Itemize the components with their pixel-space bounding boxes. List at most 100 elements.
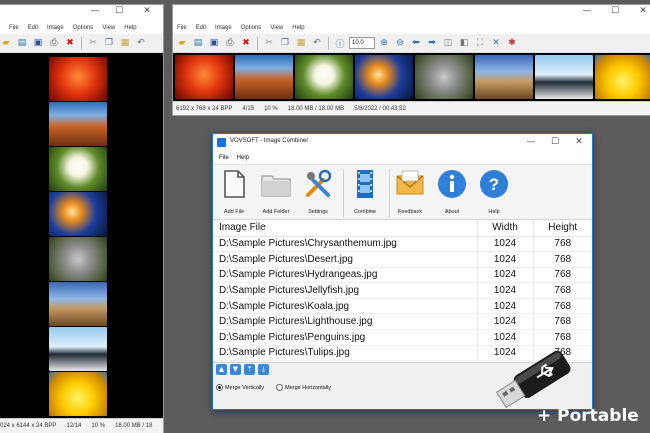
combine-button[interactable]: Combine: [344, 168, 386, 215]
maximize-icon[interactable]: ☐: [545, 137, 565, 147]
maximize-icon[interactable]: ☐: [109, 6, 129, 16]
cell-height: 768: [532, 329, 592, 346]
plugin-icon[interactable]: ✱: [505, 36, 519, 50]
next-icon[interactable]: ➡: [425, 36, 439, 50]
thumbnail-koala: [415, 55, 473, 99]
cell-height: 768: [532, 298, 592, 315]
left-viewer-toolbar: ▰ ▤ ▣ ⎙ ✖ ✂ ❐ ▦ ↶: [0, 34, 163, 53]
merge-horizontally-radio[interactable]: Merge Horizontally: [276, 384, 331, 391]
table-row[interactable]: D:\Sample Pictures\Koala.jpg 1024 768: [213, 298, 592, 315]
thumbnail-tulips: [49, 372, 107, 416]
fullscreen-icon[interactable]: ⛶: [473, 36, 487, 50]
table-row[interactable]: D:\Sample Pictures\Hydrangeas.jpg 1024 768: [213, 267, 592, 284]
copy-icon[interactable]: ❐: [278, 36, 292, 50]
add-file-button[interactable]: Add File: [213, 168, 255, 215]
cut-icon[interactable]: ✂: [262, 36, 276, 50]
fit-icon[interactable]: ◫: [441, 36, 455, 50]
save-icon[interactable]: ▣: [31, 36, 45, 50]
thumbnail-koala: [49, 237, 107, 281]
menu-edit[interactable]: Edit: [28, 25, 38, 31]
table-row[interactable]: D:\Sample Pictures\Penguins.jpg 1024 768: [213, 329, 592, 346]
paste-icon[interactable]: ▦: [118, 36, 132, 50]
menu-options[interactable]: Options: [73, 25, 94, 31]
zoom-in-icon[interactable]: ⊕: [377, 36, 391, 50]
cell-file: D:\Sample Pictures\Chrysanthemum.jpg: [213, 236, 477, 253]
zoom-select[interactable]: 10.0: [349, 37, 375, 49]
menu-image[interactable]: Image: [215, 25, 232, 31]
status-dimensions: 6192 x 768 x 24 BPP: [176, 105, 233, 112]
cell-width: 1024: [476, 313, 533, 331]
minimize-icon[interactable]: —: [577, 6, 597, 16]
toolbar-separator: [328, 36, 329, 50]
menu-file[interactable]: File: [9, 25, 19, 31]
status-date: 5/8/2022 / 00:43:52: [354, 105, 406, 112]
merge-vertically-radio[interactable]: Merge Vertically: [216, 384, 264, 391]
minimize-icon[interactable]: —: [85, 6, 105, 16]
film-strip-icon: [349, 168, 381, 200]
status-memory: 18.00 MB / 18.00 MB: [287, 105, 345, 112]
tools-icon[interactable]: ✕: [489, 36, 503, 50]
previous-icon[interactable]: ⬅: [409, 36, 423, 50]
menu-file[interactable]: File: [219, 155, 229, 161]
cell-height: 768: [532, 282, 592, 299]
maximize-icon[interactable]: ☐: [605, 6, 625, 16]
settings-button[interactable]: Settings: [297, 168, 339, 215]
zoom-out-icon[interactable]: ⊖: [393, 36, 407, 50]
left-image-canvas: [0, 53, 163, 421]
thumbnail-hydrangeas: [295, 55, 353, 99]
menu-view[interactable]: View: [102, 25, 115, 31]
menu-image[interactable]: Image: [47, 25, 64, 31]
print-icon[interactable]: ⎙: [223, 36, 237, 50]
column-image-file[interactable]: Image File: [213, 220, 477, 237]
gallery-icon[interactable]: ▤: [191, 36, 205, 50]
right-viewer-statusbar: 6192 x 768 x 24 BPP 4/15 10 % 18.00 MB /…: [173, 101, 650, 115]
merge-vertically-label: Merge Vertically: [225, 384, 265, 391]
help-button[interactable]: ? Help: [473, 168, 515, 215]
menu-help[interactable]: Help: [292, 25, 304, 31]
add-folder-button[interactable]: Add Folder: [255, 168, 297, 215]
move-up-icon[interactable]: ▲: [216, 364, 227, 375]
copy-icon[interactable]: ❐: [102, 36, 116, 50]
paste-icon[interactable]: ▦: [294, 36, 308, 50]
menu-edit[interactable]: Edit: [196, 25, 206, 31]
undo-icon[interactable]: ↶: [134, 36, 148, 50]
cell-width: 1024: [476, 329, 533, 346]
info-icon: [436, 168, 468, 200]
feedback-button[interactable]: Feedback: [389, 168, 431, 215]
about-button[interactable]: About: [431, 168, 473, 215]
menu-view[interactable]: View: [270, 25, 283, 31]
actual-size-icon[interactable]: ◧: [457, 36, 471, 50]
move-bottom-icon[interactable]: ⤓: [258, 364, 269, 375]
table-row[interactable]: D:\Sample Pictures\Lighthouse.jpg 1024 768: [213, 313, 592, 331]
menu-help[interactable]: Help: [124, 25, 136, 31]
move-top-icon[interactable]: ⤒: [244, 364, 255, 375]
column-height[interactable]: Height: [532, 220, 592, 237]
left-viewer-menubar: File Edit Image Options View Help: [0, 21, 163, 34]
close-icon[interactable]: ✕: [633, 6, 650, 16]
delete-icon[interactable]: ✖: [63, 36, 77, 50]
move-down-icon[interactable]: ▼: [230, 364, 241, 375]
undo-icon[interactable]: ↶: [310, 36, 324, 50]
usb-drive-icon: [490, 350, 580, 410]
column-width[interactable]: Width: [476, 220, 533, 237]
info-icon[interactable]: ⓘ: [333, 36, 347, 50]
thumbnail-jellyfish: [355, 55, 413, 99]
minimize-icon[interactable]: —: [521, 137, 541, 147]
table-row[interactable]: D:\Sample Pictures\Chrysanthemum.jpg 1024…: [213, 236, 592, 253]
gallery-icon[interactable]: ▤: [15, 36, 29, 50]
save-icon[interactable]: ▣: [207, 36, 221, 50]
cut-icon[interactable]: ✂: [86, 36, 100, 50]
delete-icon[interactable]: ✖: [239, 36, 253, 50]
close-icon[interactable]: ✕: [137, 6, 157, 16]
menu-file[interactable]: File: [177, 25, 187, 31]
close-icon[interactable]: ✕: [569, 137, 589, 147]
menu-options[interactable]: Options: [241, 25, 262, 31]
table-row[interactable]: D:\Sample Pictures\Desert.jpg 1024 768: [213, 251, 592, 268]
file-list: Image File Width Height D:\Sample Pictur…: [213, 220, 592, 362]
open-folder-icon[interactable]: ▰: [175, 36, 189, 50]
menu-help[interactable]: Help: [237, 155, 249, 161]
open-folder-icon[interactable]: ▰: [0, 36, 13, 50]
print-icon[interactable]: ⎙: [47, 36, 61, 50]
table-row[interactable]: D:\Sample Pictures\Jellyfish.jpg 1024 768: [213, 282, 592, 299]
cell-width: 1024: [476, 282, 533, 299]
